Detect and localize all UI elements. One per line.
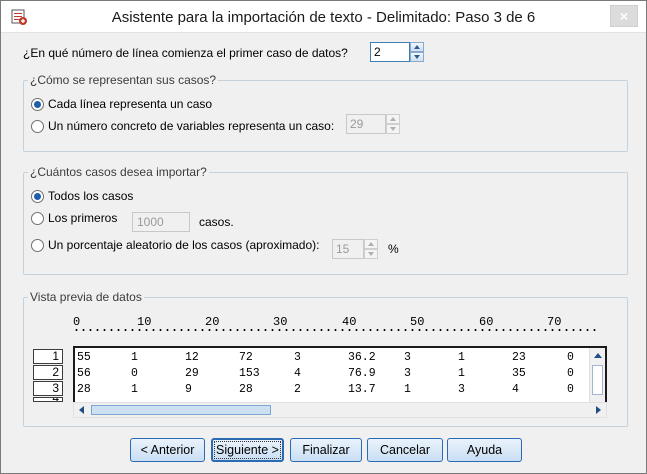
finish-button[interactable]: Finalizar — [290, 438, 362, 462]
random-percent-spinner: 15 — [332, 239, 378, 259]
radio-all-cases[interactable]: Todos los casos — [31, 189, 133, 203]
import-group-title: ¿Cuántos casos desea importar? — [28, 165, 209, 179]
arrow-left-icon — [79, 406, 84, 414]
cell: 0 — [131, 367, 138, 380]
cell: 36.2 — [348, 351, 376, 364]
radio-first-cases[interactable]: Los primeros — [31, 211, 117, 225]
vertical-scroll-thumb[interactable] — [592, 365, 603, 395]
vars-input: 29 — [346, 114, 386, 134]
cell: 56 — [77, 367, 91, 380]
chevron-up-icon — [368, 242, 374, 246]
cell: 9 — [185, 383, 192, 396]
vars-spin-arrows — [386, 114, 400, 134]
chevron-down-icon — [414, 55, 420, 59]
vars-spinner: 29 — [346, 114, 400, 134]
arrow-right-icon — [596, 406, 601, 414]
radio-button[interactable] — [31, 189, 44, 203]
chevron-down-icon — [368, 252, 374, 256]
first-line-spin-arrows[interactable] — [410, 42, 424, 62]
scroll-up-button[interactable] — [590, 348, 606, 364]
cell: 2 — [294, 383, 301, 396]
radio-each-line[interactable]: Cada línea representa un caso — [31, 97, 212, 111]
radio-button[interactable] — [31, 97, 44, 111]
random-percent-input: 15 — [332, 239, 364, 259]
cell: 3 — [404, 351, 411, 364]
cell: 1 — [458, 367, 465, 380]
cases-representation-group — [23, 80, 628, 152]
radio-random-label: Un porcentaje aleatorio de los casos (ap… — [48, 238, 320, 252]
spin-down-button — [386, 124, 400, 134]
cell: 76.9 — [348, 367, 376, 380]
ruler-dots — [73, 327, 599, 333]
row-number: 3 — [33, 381, 63, 396]
cell: 35 — [512, 367, 526, 380]
radio-all-label: Todos los casos — [48, 189, 134, 203]
radio-button[interactable] — [31, 238, 44, 252]
title-bar: Asistente para la importación de texto -… — [1, 1, 646, 33]
radio-button[interactable] — [31, 119, 44, 133]
close-button[interactable]: × — [610, 5, 638, 27]
row-number: 1 — [33, 349, 63, 364]
cell: 28 — [77, 383, 91, 396]
spin-down-button[interactable] — [410, 52, 424, 62]
cell: 0 — [567, 351, 574, 364]
cell: 3 — [458, 383, 465, 396]
cell: 1 — [131, 383, 138, 396]
cell: 1 — [458, 351, 465, 364]
cell: 3 — [294, 351, 301, 364]
scroll-left-button[interactable] — [74, 403, 90, 417]
back-button[interactable]: < Anterior — [130, 438, 205, 462]
chevron-up-icon — [390, 117, 396, 121]
row-number: 4 — [33, 397, 63, 402]
cell: 153 — [239, 367, 260, 380]
first-cases-input: 1000 — [132, 212, 190, 232]
arrow-up-icon — [594, 353, 602, 358]
first-line-question: ¿En qué número de línea comienza el prim… — [23, 46, 348, 60]
cell: 72 — [239, 351, 253, 364]
scroll-right-button[interactable] — [590, 403, 606, 417]
column-ruler: 0 10 20 30 40 50 60 70 — [73, 315, 603, 337]
cell: 28 — [239, 383, 253, 396]
radio-vars-per-case[interactable]: Un número concreto de variables represen… — [31, 119, 334, 133]
cancel-button[interactable]: Cancelar — [367, 438, 443, 462]
spin-down-button — [364, 249, 378, 259]
preview-group-title: Vista previa de datos — [28, 290, 144, 304]
cell: 29 — [185, 367, 199, 380]
first-cases-suffix: casos. — [199, 215, 234, 229]
cases-group-title: ¿Cómo se representan sus casos? — [28, 73, 219, 87]
cell: 12 — [185, 351, 199, 364]
next-button[interactable]: Siguiente > — [211, 438, 284, 462]
cell: 0 — [567, 383, 574, 396]
help-button[interactable]: Ayuda — [447, 438, 522, 462]
window-title: Asistente para la importación de texto -… — [111, 9, 536, 26]
close-icon: × — [619, 8, 629, 24]
random-spin-arrows — [364, 239, 378, 259]
chevron-down-icon — [390, 127, 396, 131]
first-line-input[interactable]: 2 — [370, 42, 410, 62]
first-line-spinner[interactable]: 2 — [370, 42, 424, 62]
cell: 3 — [404, 367, 411, 380]
horizontal-scroll-thumb[interactable] — [91, 405, 271, 415]
cell: 0 — [567, 367, 574, 380]
spin-up-button — [386, 114, 400, 124]
chevron-up-icon — [414, 45, 420, 49]
cell: 1 — [131, 351, 138, 364]
spin-up-button — [364, 239, 378, 249]
radio-each-line-label: Cada línea representa un caso — [48, 97, 213, 111]
cell: 13.7 — [348, 383, 376, 396]
spin-up-button[interactable] — [410, 42, 424, 52]
row-number: 2 — [33, 365, 63, 380]
cell: 23 — [512, 351, 526, 364]
cell: 4 — [294, 367, 301, 380]
percent-sign: % — [388, 242, 399, 256]
horizontal-scrollbar[interactable] — [73, 402, 607, 418]
radio-button[interactable] — [31, 211, 44, 225]
cell: 4 — [512, 383, 519, 396]
import-wizard-window: Asistente para la importación de texto -… — [0, 0, 647, 474]
radio-first-label: Los primeros — [48, 211, 118, 225]
cell: 55 — [77, 351, 91, 364]
radio-random-percent[interactable]: Un porcentaje aleatorio de los casos (ap… — [31, 238, 319, 252]
cell: 1 — [404, 383, 411, 396]
radio-vars-label: Un número concreto de variables represen… — [48, 119, 335, 133]
